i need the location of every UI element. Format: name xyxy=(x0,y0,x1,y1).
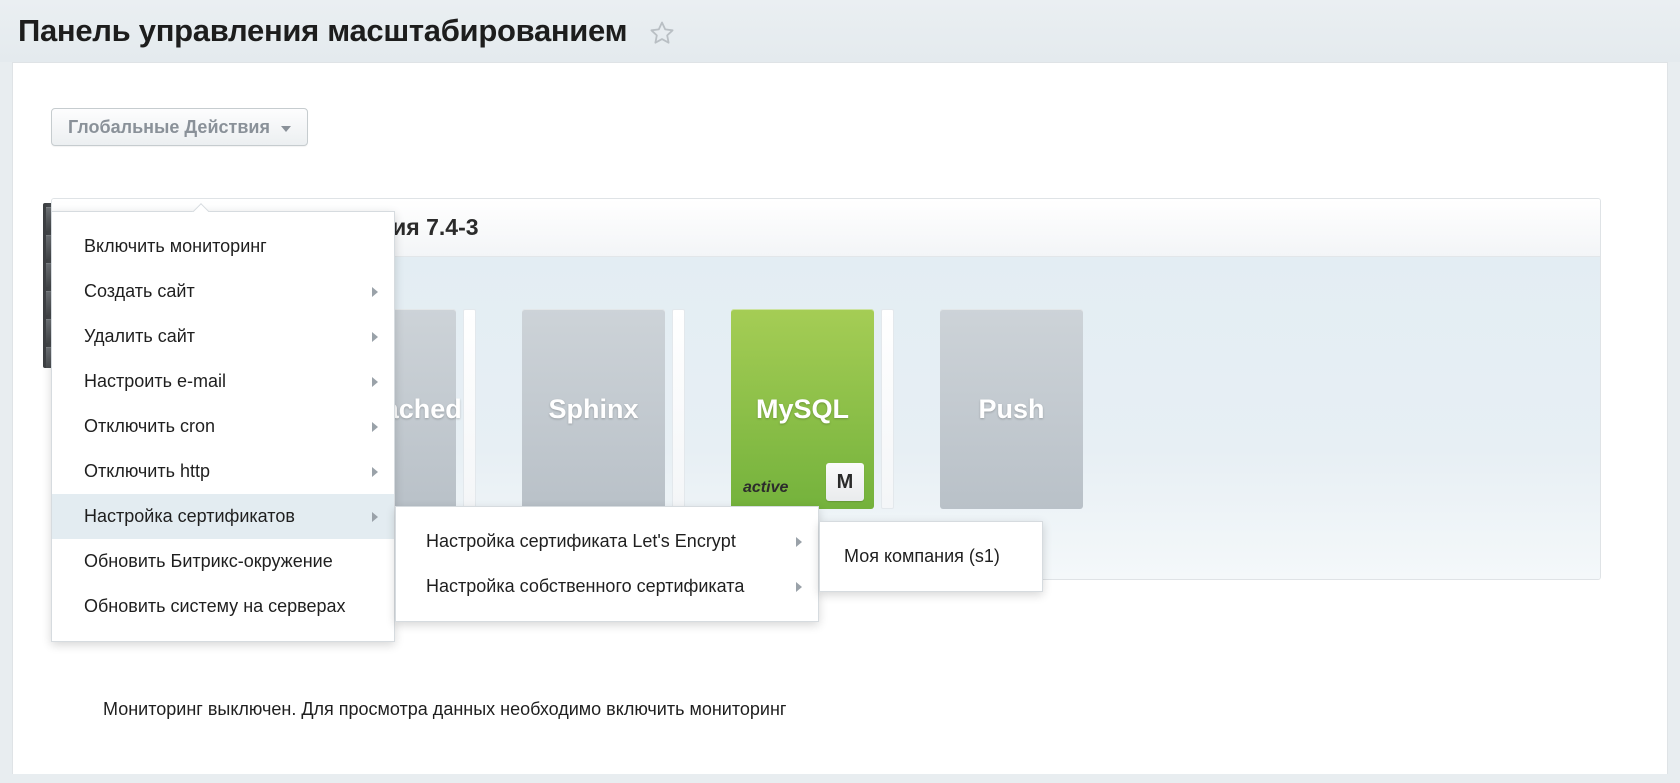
menu-item-site-my-company[interactable]: Моя компания (s1) xyxy=(820,534,1042,579)
service-name: Sphinx xyxy=(548,393,639,424)
global-actions-button[interactable]: Глобальные Действия xyxy=(51,108,308,146)
service-load-bar xyxy=(672,309,685,509)
menu-item-label: Обновить систему на серверах xyxy=(84,596,346,616)
menu-item-own-cert[interactable]: Настройка собственного сертификата xyxy=(396,564,818,609)
menu-item-label: Отключить http xyxy=(84,461,211,481)
page-header: Панель управления масштабированием xyxy=(0,0,1680,62)
menu-item-label: Моя компания (s1) xyxy=(844,546,1000,566)
service-status: active xyxy=(743,479,789,496)
service-name: Push xyxy=(978,393,1045,424)
menu-item-label: Настроить e-mail xyxy=(84,371,226,391)
menu-item-letsencrypt-cert[interactable]: Настройка сертификата Let's Encrypt xyxy=(396,519,818,564)
service-load-bar xyxy=(463,309,476,509)
letsencrypt-site-submenu: Моя компания (s1) xyxy=(819,521,1043,592)
chevron-right-icon xyxy=(796,581,802,592)
menu-item-delete-site[interactable]: Удалить сайт xyxy=(52,314,394,359)
certificates-submenu: Настройка сертификата Let's Encrypt Наст… xyxy=(395,506,819,622)
page-title: Панель управления масштабированием xyxy=(18,13,628,48)
chevron-down-icon xyxy=(280,126,291,132)
chevron-right-icon xyxy=(372,286,378,297)
chevron-right-icon xyxy=(796,536,802,547)
menu-item-label: Удалить сайт xyxy=(84,326,196,346)
menu-item-disable-cron[interactable]: Отключить cron xyxy=(52,404,394,449)
menu-item-label: Включить мониторинг xyxy=(84,236,267,256)
menu-item-enable-monitoring[interactable]: Включить мониторинг xyxy=(52,224,394,269)
chevron-right-icon xyxy=(372,376,378,387)
menu-pointer xyxy=(192,203,210,212)
menu-item-certificates[interactable]: Настройка сертификатов xyxy=(52,494,394,539)
menu-item-configure-email[interactable]: Настроить e-mail xyxy=(52,359,394,404)
chevron-right-icon xyxy=(372,421,378,432)
menu-item-update-system[interactable]: Обновить систему на серверах xyxy=(52,584,394,629)
chevron-right-icon xyxy=(372,466,378,477)
star-icon[interactable] xyxy=(649,20,675,46)
menu-item-create-site[interactable]: Создать сайт xyxy=(52,269,394,314)
menu-item-label: Настройка собственного сертификата xyxy=(426,576,745,596)
menu-item-label: Настройка сертификатов xyxy=(84,506,295,526)
menu-item-update-bitrix-env[interactable]: Обновить Битрикс-окружение xyxy=(52,539,394,584)
chevron-right-icon xyxy=(372,511,378,522)
service-tile-push[interactable]: Push xyxy=(940,309,1083,509)
chevron-right-icon xyxy=(372,331,378,342)
global-actions-label: Глобальные Действия xyxy=(68,116,270,137)
menu-item-label: Настройка сертификата Let's Encrypt xyxy=(426,531,736,551)
service-tile-mysql[interactable]: MySQL active M xyxy=(731,309,894,509)
service-name: MySQL xyxy=(755,393,849,424)
menu-item-label: Отключить cron xyxy=(84,416,216,436)
menu-item-label: Создать сайт xyxy=(84,281,195,301)
menu-item-label: Обновить Битрикс-окружение xyxy=(84,551,333,571)
content-panel: ab.com / 80.87.201.211 / версия 7.4-3 Ap… xyxy=(12,62,1668,774)
monitoring-note: Мониторинг выключен. Для просмотра данны… xyxy=(103,699,787,719)
menu-item-disable-http[interactable]: Отключить http xyxy=(52,449,394,494)
service-load-bar xyxy=(881,309,894,509)
global-actions-menu: Включить мониторинг Создать сайт Удалить… xyxy=(51,211,395,642)
service-tile-sphinx[interactable]: Sphinx xyxy=(522,309,685,509)
service-master-badge: M xyxy=(826,463,864,501)
